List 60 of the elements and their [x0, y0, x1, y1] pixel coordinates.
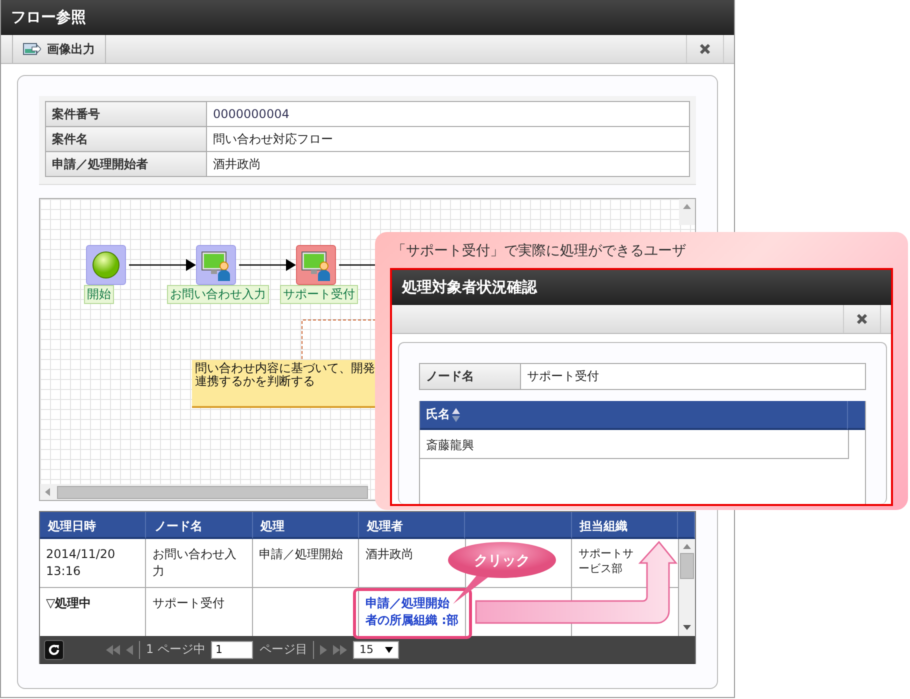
export-image-button[interactable]: 画像出力 [12, 35, 106, 63]
flow-node[interactable] [196, 245, 236, 285]
page-count-text: 1 ページ中 [146, 641, 206, 658]
scroll-left-icon [45, 488, 51, 496]
column-header[interactable]: 処理 [252, 512, 359, 539]
scroll-up-icon [683, 204, 691, 209]
note-text: 連携するかを判断する [195, 375, 316, 388]
refresh-button[interactable] [44, 640, 64, 660]
user-at-monitor-icon [200, 249, 232, 281]
vertical-scrollbar[interactable] [679, 539, 695, 636]
image-export-icon [23, 43, 41, 55]
column-header[interactable]: 氏名 [420, 401, 847, 430]
last-page-icon[interactable] [333, 644, 348, 654]
node-label: サポート受付 [280, 285, 358, 304]
node-label: 開始 [84, 285, 114, 304]
scrollbar-thumb[interactable] [680, 553, 694, 579]
flow-arrow [129, 259, 196, 271]
info-label: 案件番号 [46, 102, 206, 126]
page-suffix-text: ページ目 [259, 641, 308, 658]
close-icon [699, 43, 711, 55]
info-value: 酒井政尚 [206, 152, 690, 176]
info-label: 案件名 [46, 126, 206, 152]
close-button[interactable] [843, 305, 881, 333]
column-header[interactable]: 処理日時 [40, 512, 146, 539]
scroll-down-icon [683, 625, 691, 630]
info-value: 0000000004 [206, 102, 690, 126]
previous-page-icon[interactable] [126, 644, 133, 654]
sort-icon [452, 408, 460, 422]
start-circle-icon [91, 250, 121, 280]
flow-line [339, 264, 377, 266]
info-label: ノード名 [420, 364, 521, 389]
column-header[interactable]: 担当組織 [572, 512, 678, 539]
page-size-select[interactable]: 15 [353, 640, 400, 658]
window-title: フロー参照 [11, 8, 86, 27]
info-label: 申請／処理開始者 [46, 152, 206, 176]
user-at-monitor-icon [300, 249, 332, 281]
next-page-icon[interactable] [320, 644, 328, 654]
close-button[interactable] [686, 35, 724, 63]
scroll-up-icon [683, 544, 691, 549]
close-icon [856, 313, 868, 325]
header-filler [678, 512, 695, 539]
column-header[interactable] [465, 512, 572, 539]
column-header[interactable]: 処理者 [358, 512, 466, 539]
note-text: 問い合わせ内容に基づいて、開発 [195, 362, 376, 375]
node-label: お問い合わせ入力 [167, 285, 269, 304]
first-page-icon[interactable] [106, 644, 120, 654]
flow-arrow [239, 259, 296, 271]
callout-caption: 「サポート受付」で実際に処理ができるユーザ [392, 242, 687, 261]
flow-node[interactable] [296, 245, 336, 285]
refresh-icon [48, 644, 60, 656]
vertical-scrollbar[interactable] [679, 199, 695, 225]
header-filler [847, 401, 865, 430]
horizontal-scrollbar[interactable] [40, 484, 368, 500]
dialog-title: 処理対象者状況確認 [402, 278, 537, 297]
flow-node[interactable] [86, 245, 126, 285]
page-number-field[interactable]: 1 [211, 640, 254, 658]
info-value: 問い合わせ対応フロー [206, 126, 690, 152]
column-header[interactable]: ノード名 [146, 512, 253, 539]
caret-icon [385, 646, 394, 652]
table-cell: 斎藤龍興 [420, 430, 849, 459]
